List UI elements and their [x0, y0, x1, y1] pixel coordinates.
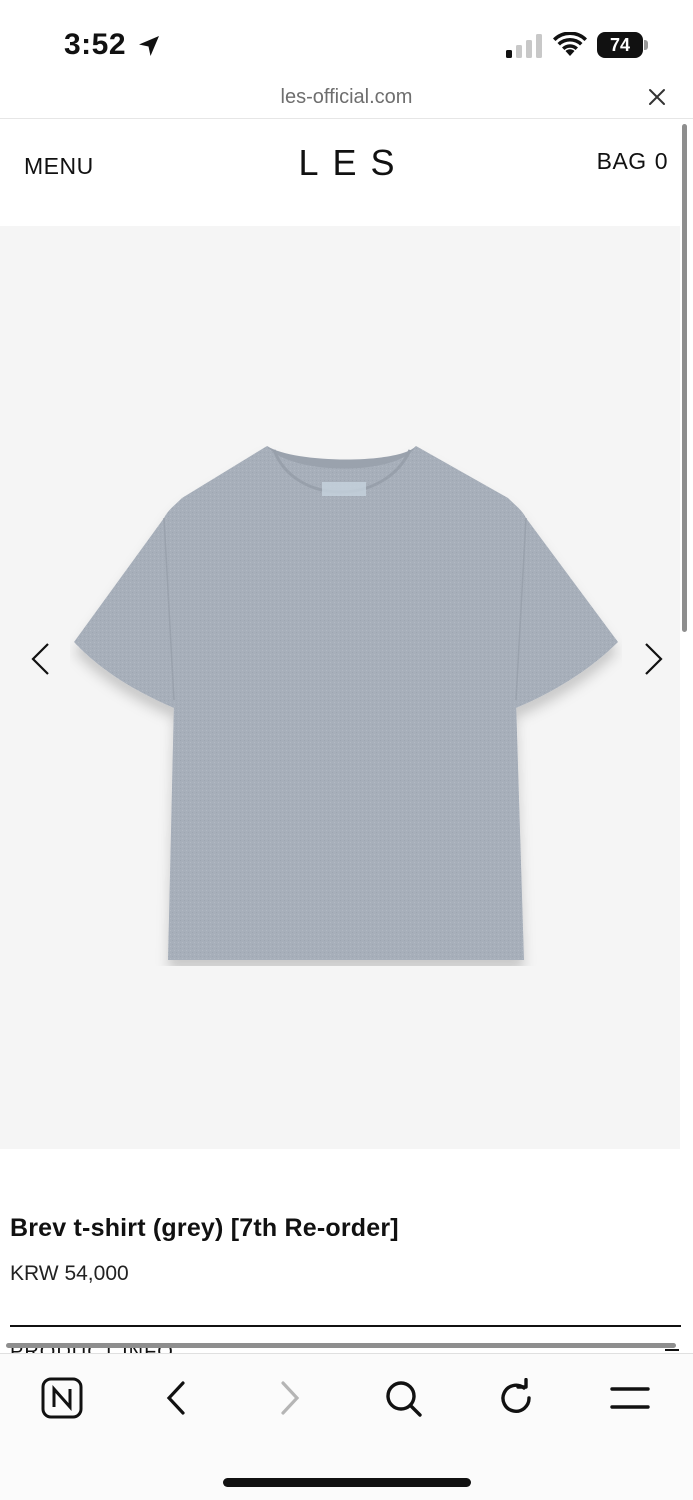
cellular-signal-icon	[506, 34, 542, 58]
battery-cap	[644, 40, 648, 50]
search-button[interactable]	[381, 1376, 425, 1420]
back-icon	[166, 1381, 185, 1415]
product-price: KRW 54,000	[10, 1262, 129, 1285]
naver-home-icon	[41, 1377, 83, 1419]
menu-button-toolbar[interactable]	[608, 1376, 652, 1420]
forward-icon	[281, 1381, 300, 1415]
bag-button[interactable]: BAG 0	[597, 148, 668, 175]
product-image	[74, 446, 618, 960]
section-divider	[10, 1325, 681, 1327]
back-button[interactable]	[154, 1376, 198, 1420]
status-bar: 3:52 74	[0, 0, 693, 82]
battery-icon: 74	[597, 32, 649, 58]
forward-button[interactable]	[268, 1376, 312, 1420]
location-arrow-icon	[139, 36, 159, 56]
url-text[interactable]: les-official.com	[0, 86, 693, 109]
home-indicator[interactable]	[223, 1478, 471, 1487]
hamburger-menu-icon	[610, 1387, 650, 1409]
bag-count: 0	[654, 148, 668, 174]
browser-toolbar	[0, 1353, 693, 1500]
product-gallery[interactable]	[0, 226, 680, 1149]
minus-icon	[665, 1349, 679, 1351]
close-icon[interactable]	[646, 86, 668, 108]
search-icon	[386, 1381, 422, 1417]
battery-level: 74	[609, 35, 631, 55]
naver-home-button[interactable]	[40, 1376, 84, 1420]
product-title: Brev t-shirt (grey) [7th Re-order]	[10, 1214, 399, 1242]
chevron-left-icon[interactable]	[28, 640, 54, 678]
horizontal-scrollbar[interactable]	[6, 1343, 676, 1348]
status-time: 3:52	[64, 28, 127, 61]
chevron-right-icon[interactable]	[640, 640, 666, 678]
site-header: MENU LES BAG 0	[0, 120, 680, 226]
wifi-icon	[553, 32, 587, 56]
brand-logo[interactable]: LES	[0, 142, 693, 184]
bag-label: BAG	[596, 148, 647, 174]
reload-icon	[501, 1378, 531, 1413]
browser-url-bar[interactable]: les-official.com	[0, 82, 693, 119]
reload-button[interactable]	[494, 1376, 538, 1420]
page-scrollbar[interactable]	[682, 124, 687, 632]
